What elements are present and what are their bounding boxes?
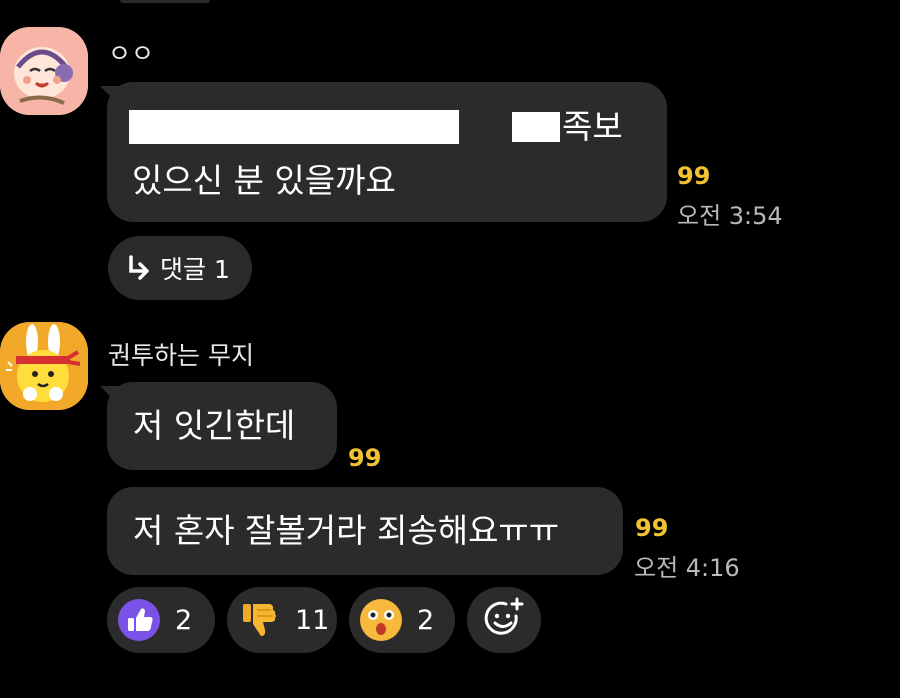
reaction-count: 11 <box>295 604 330 636</box>
avatar-user-1[interactable] <box>0 27 88 115</box>
message-bubble[interactable]: 저 잇긴한데 <box>100 382 337 470</box>
timestamp: 오전 3:54 <box>677 202 783 230</box>
reaction-surprised[interactable]: 2 <box>349 587 455 653</box>
message-bubble[interactable]: 족보 있으신 분 있을까요 <box>100 82 667 222</box>
unread-count: 99 <box>348 444 382 472</box>
reaction-count: 2 <box>417 604 435 636</box>
message-bubble[interactable]: 저 혼자 잘볼거라 죄송해요ㅠㅠ <box>107 487 623 575</box>
reaction-thumbs-down[interactable]: 11 <box>227 587 337 653</box>
bubble-tail <box>100 386 122 404</box>
reply-arrow-icon <box>129 255 149 280</box>
previous-message-edge <box>120 0 210 3</box>
redacted-text <box>512 112 560 142</box>
muzi-character-icon <box>0 322 88 410</box>
avatar-user-2[interactable] <box>0 322 88 410</box>
timestamp: 오전 4:16 <box>634 554 740 582</box>
bubble-tail <box>100 86 122 104</box>
message-text: 저 잇긴한데 <box>133 406 296 445</box>
thumbs-down-icon <box>237 598 281 642</box>
thumbs-up-icon <box>117 598 161 642</box>
reply-thread-button[interactable]: 댓글 1 <box>108 236 252 300</box>
redacted-text <box>129 110 459 144</box>
girl-character-icon <box>0 27 88 115</box>
unread-count: 99 <box>635 514 669 542</box>
reaction-thumbs-up[interactable]: 2 <box>107 587 215 653</box>
unread-count: 99 <box>677 162 711 190</box>
add-emoji-icon <box>482 596 526 644</box>
message-text: 저 혼자 잘볼거라 죄송해요ㅠㅠ <box>133 511 560 550</box>
message-text-line: 족보 <box>562 107 623 146</box>
sender-name: ㅇㅇ <box>108 39 155 68</box>
reaction-count: 2 <box>175 604 193 636</box>
message-text-line: 있으신 분 있을까요 <box>132 161 396 200</box>
add-reaction-button[interactable] <box>467 587 541 653</box>
surprised-face-icon <box>359 598 403 642</box>
reply-label: 댓글 1 <box>160 255 230 284</box>
sender-name: 권투하는 무지 <box>108 341 254 370</box>
